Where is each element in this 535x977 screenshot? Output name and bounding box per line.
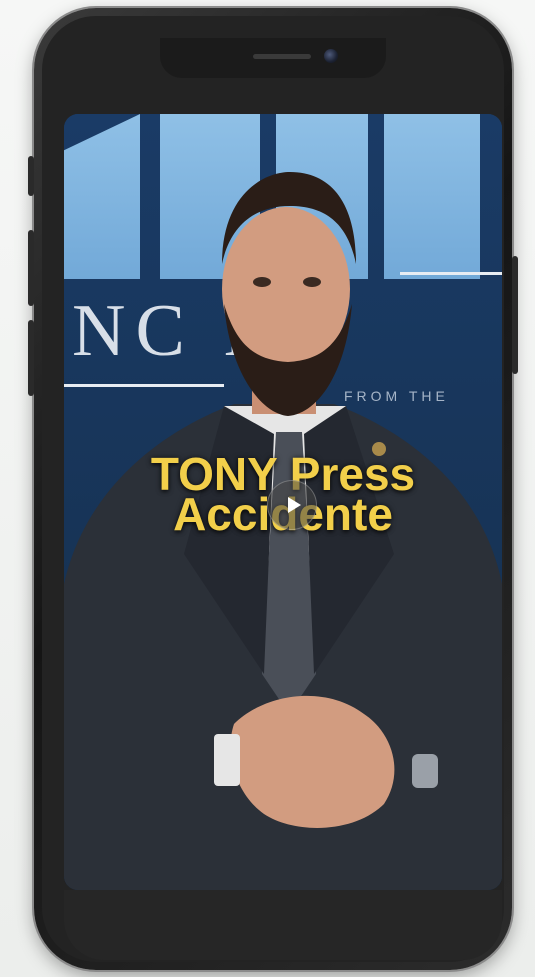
phone-notch <box>160 38 386 78</box>
power-button <box>512 256 518 374</box>
earpiece-speaker <box>253 54 311 59</box>
phone-chin <box>64 890 502 960</box>
front-camera-icon <box>324 49 338 63</box>
wristwatch <box>412 754 438 788</box>
page: NC FA FROM THE TONY Press <box>0 0 535 977</box>
phone-bezel: NC FA FROM THE TONY Press <box>42 16 504 962</box>
eye <box>303 277 321 287</box>
volume-up-button <box>28 230 34 306</box>
mute-switch <box>28 156 34 196</box>
eye <box>253 277 271 287</box>
video-player[interactable]: NC FA FROM THE TONY Press <box>64 114 502 890</box>
play-button[interactable] <box>267 480 317 530</box>
volume-down-button <box>28 320 34 396</box>
shirt-cuff <box>214 734 240 786</box>
play-icon <box>287 497 301 513</box>
phone-mockup: NC FA FROM THE TONY Press <box>28 8 518 970</box>
